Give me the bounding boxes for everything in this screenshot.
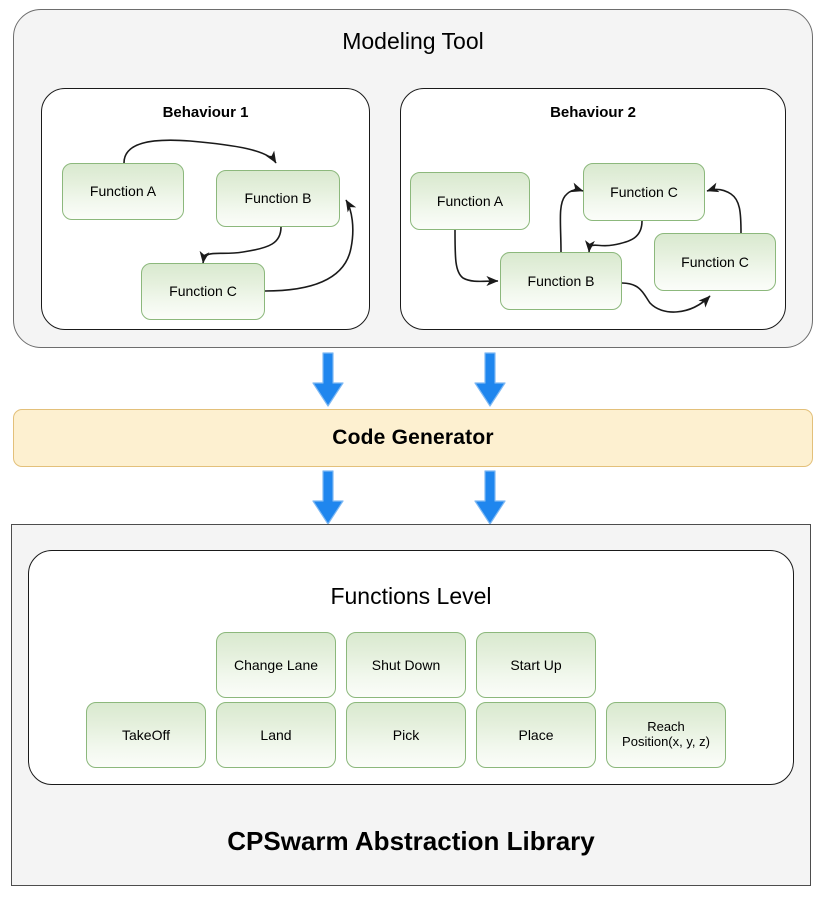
modeling-tool-title: Modeling Tool bbox=[342, 28, 484, 54]
functions-level-title: Functions Level bbox=[330, 583, 492, 609]
behaviour-1-title: Behaviour 1 bbox=[162, 104, 249, 121]
reach-position-line-2: Position(x, y, z) bbox=[622, 734, 710, 749]
behaviour-2-node-function-a[interactable]: Function A bbox=[410, 172, 530, 230]
code-generator-band[interactable]: Code Generator bbox=[13, 409, 813, 467]
arrow-down-icon-top-right bbox=[474, 352, 506, 407]
arrow-down-icon-bottom-right bbox=[474, 470, 506, 525]
function-box-place[interactable]: Place bbox=[476, 702, 596, 768]
arrow-down-icon-bottom-left bbox=[312, 470, 344, 525]
reach-position-line-1: Reach bbox=[647, 719, 685, 735]
function-box-shut-down[interactable]: Shut Down bbox=[346, 632, 466, 698]
function-box-start-up[interactable]: Start Up bbox=[476, 632, 596, 698]
behaviour-2-node-function-c-right[interactable]: Function C bbox=[654, 233, 776, 291]
behaviour-2-node-function-c-top[interactable]: Function C bbox=[583, 163, 705, 221]
behaviour-1-node-function-a[interactable]: Function A bbox=[62, 163, 184, 220]
behaviour-2-title: Behaviour 2 bbox=[550, 104, 636, 121]
function-box-reach-position[interactable]: Reach Position(x, y, z) bbox=[606, 702, 726, 768]
function-box-pick[interactable]: Pick bbox=[346, 702, 466, 768]
behaviour-1-node-function-c[interactable]: Function C bbox=[141, 263, 265, 320]
abstraction-library-title: CPSwarm Abstraction Library bbox=[227, 826, 595, 856]
function-box-change-lane[interactable]: Change Lane bbox=[216, 632, 336, 698]
function-box-land[interactable]: Land bbox=[216, 702, 336, 768]
diagram-canvas: Modeling Tool Behaviour 1 Function A Fun… bbox=[0, 0, 826, 897]
arrow-down-icon-top-left bbox=[312, 352, 344, 407]
behaviour-2-node-function-b[interactable]: Function B bbox=[500, 252, 622, 310]
function-box-takeoff[interactable]: TakeOff bbox=[86, 702, 206, 768]
code-generator-label: Code Generator bbox=[332, 426, 494, 449]
behaviour-1-node-function-b[interactable]: Function B bbox=[216, 170, 340, 227]
